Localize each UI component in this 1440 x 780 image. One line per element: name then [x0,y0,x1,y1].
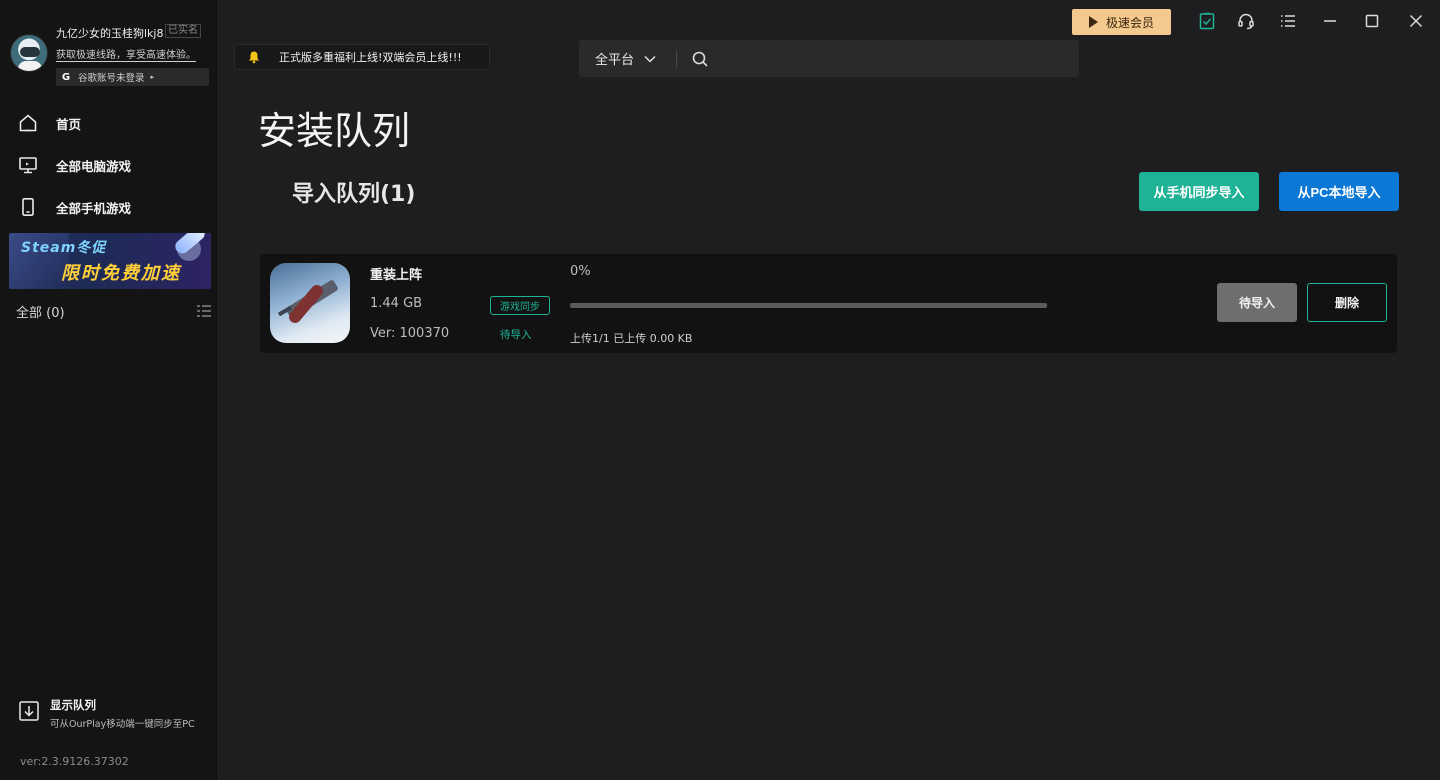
google-status-text: 谷歌账号未登录 [78,73,145,84]
show-queue-subtitle: 可从OurPlay移动端一键同步至PC [50,719,195,730]
search-icon[interactable] [691,50,709,68]
bell-icon [249,51,259,64]
google-icon: G [61,71,71,83]
platform-dropdown[interactable]: 全平台 [579,49,676,68]
app-version: ver:2.3.9126.37302 [20,755,129,768]
verified-badge: 已实名 [165,24,201,38]
sidebar-nav: 首页 全部电脑游戏 全部手机游戏 [0,102,217,228]
announcement-bar[interactable]: 正式版多重福利上线!双端会员上线!!! [234,44,490,70]
sidebar-item-label: 全部电脑游戏 [56,158,132,174]
import-from-pc-button[interactable]: 从PC本地导入 [1279,172,1399,211]
home-icon [19,114,37,132]
search-input[interactable] [709,40,1079,77]
sync-from-phone-button[interactable]: 从手机同步导入 [1139,172,1259,211]
show-queue-title: 显示队列 [50,698,96,712]
steam-promo-banner[interactable]: Steam冬促 限时免费加速 [9,233,211,289]
chevron-down-icon [644,55,656,63]
minimize-icon[interactable] [1321,12,1339,30]
game-name: 重装上阵 [370,268,423,283]
all-games-count[interactable]: 全部 (0) [16,306,65,321]
item-state: 待导入 [500,329,532,341]
speed-tip-link[interactable]: 获取极速线路，享受高速体验。 [56,46,196,62]
phone-icon [22,197,34,216]
sidebar-item-mobile-games[interactable]: 全部手机游戏 [0,186,217,228]
sidebar-item-home[interactable]: 首页 [0,102,217,144]
avatar[interactable] [10,34,48,72]
close-icon[interactable] [1407,12,1425,30]
sidebar-item-pc-games[interactable]: 全部电脑游戏 [0,144,217,186]
checklist-icon[interactable] [1198,12,1216,30]
avatar-body [18,61,42,71]
google-login-bar[interactable]: G 谷歌账号未登录 ▸ [56,68,209,86]
user-panel[interactable]: 九亿少女的玉桂狗lkj8 已实名 获取极速线路，享受高速体验。 G 谷歌账号未登… [10,22,210,86]
queue-item-card: 重装上阵 1.44 GB Ver: 100370 游戏同步 待导入 0% 上传1… [260,254,1397,353]
page-title: 安装队列 [258,109,411,153]
download-icon [19,701,39,721]
game-version: Ver: 100370 [370,326,450,341]
menu-icon[interactable] [1279,12,1297,30]
pending-import-button[interactable]: 待导入 [1217,283,1297,322]
platform-selected: 全平台 [595,53,635,68]
banner-subtitle: 限时免费加速 [61,263,181,284]
vip-button[interactable]: 极速会员 [1072,9,1171,35]
announcement-text: 正式版多重福利上线!双端会员上线!!! [279,51,462,64]
game-sync-badge: 游戏同步 [490,296,550,315]
game-icon [270,263,350,343]
library-filter-row: 全部 (0) [16,302,212,321]
import-queue-title: 导入队列(1) [292,182,416,207]
sidebar-item-label: 首页 [56,116,82,132]
username: 九亿少女的玉桂狗lkj8 [56,27,164,40]
game-size: 1.44 GB [370,296,423,311]
avatar-visor [20,47,40,57]
delete-button[interactable]: 删除 [1307,283,1387,322]
progress-bar [570,303,1047,308]
maximize-icon[interactable] [1363,12,1381,30]
search-divider [676,50,677,67]
search-bar: 全平台 [579,40,1079,77]
list-view-icon[interactable] [196,304,212,318]
caret-right-icon: ▸ [150,73,155,81]
sidebar-item-label: 全部手机游戏 [56,200,132,216]
progress-percent: 0% [570,264,591,279]
play-icon [1088,16,1098,28]
show-queue-entry[interactable]: 显示队列 可从OurPlay移动端一键同步至PC [18,695,208,735]
monitor-icon [19,157,37,174]
sidebar: 九亿少女的玉桂狗lkj8 已实名 获取极速线路，享受高速体验。 G 谷歌账号未登… [0,0,217,780]
vip-label: 极速会员 [1105,15,1154,30]
banner-title: Steam冬促 [21,240,107,256]
upload-status: 上传1/1 已上传 0.00 KB [570,332,693,345]
headset-support-icon[interactable] [1237,12,1255,30]
